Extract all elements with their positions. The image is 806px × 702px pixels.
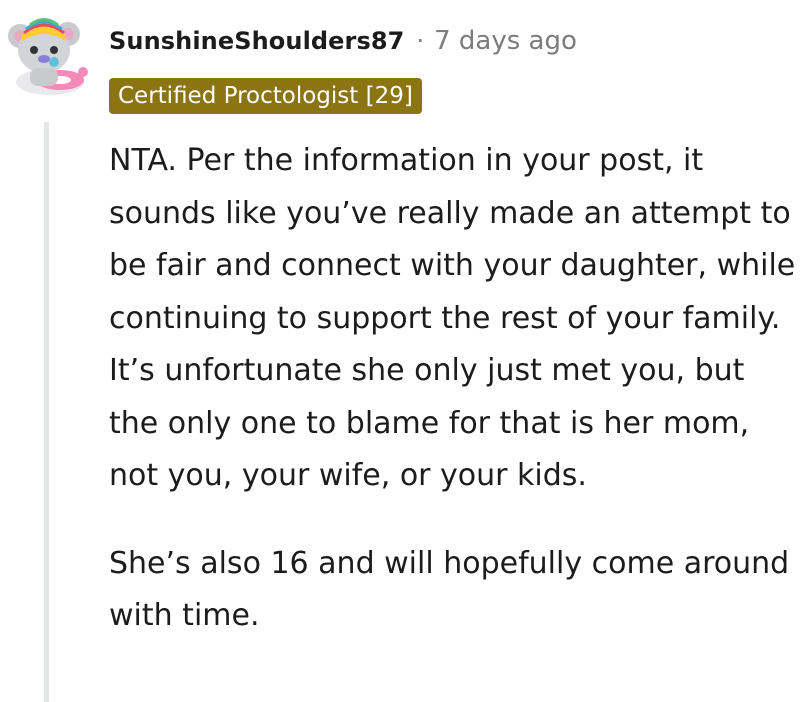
user-flair-badge: Certified Proctologist [29] bbox=[109, 78, 422, 114]
comment-paragraph: NTA. Per the information in your post, i… bbox=[109, 143, 796, 493]
username-link[interactable]: SunshineShoulders87 bbox=[109, 27, 404, 55]
comment-body: NTA. Per the information in your post, i… bbox=[109, 135, 801, 643]
comment-paragraph: She’s also 16 and will hopefully come ar… bbox=[109, 545, 790, 634]
comment-header: SunshineShoulders87 · 7 days ago bbox=[109, 26, 577, 56]
thread-line[interactable] bbox=[44, 122, 49, 702]
meta-separator: · bbox=[416, 27, 425, 55]
comment-timestamp[interactable]: 7 days ago bbox=[434, 26, 577, 56]
koala-avatar-icon[interactable] bbox=[8, 10, 92, 98]
